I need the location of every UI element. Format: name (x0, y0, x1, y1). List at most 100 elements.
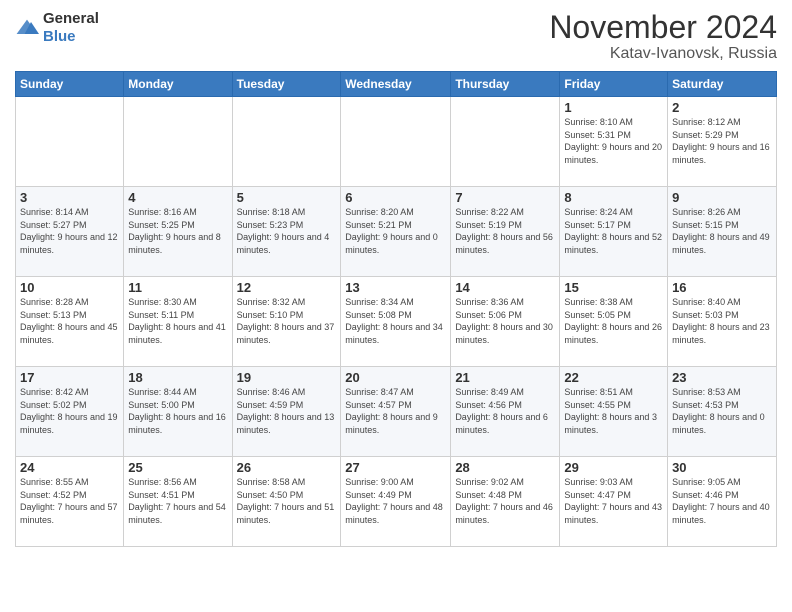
calendar-cell-w1-d6: 9Sunrise: 8:26 AM Sunset: 5:15 PM Daylig… (668, 187, 777, 277)
header-monday: Monday (124, 72, 232, 97)
logo: General Blue (15, 10, 99, 46)
calendar-cell-w0-d3 (341, 97, 451, 187)
calendar-cell-w4-d6: 30Sunrise: 9:05 AM Sunset: 4:46 PM Dayli… (668, 457, 777, 547)
day-info: Sunrise: 8:38 AM Sunset: 5:05 PM Dayligh… (564, 296, 663, 346)
calendar-cell-w0-d6: 2Sunrise: 8:12 AM Sunset: 5:29 PM Daylig… (668, 97, 777, 187)
month-title: November 2024 (549, 10, 777, 45)
day-info: Sunrise: 8:12 AM Sunset: 5:29 PM Dayligh… (672, 116, 772, 166)
day-info: Sunrise: 8:20 AM Sunset: 5:21 PM Dayligh… (345, 206, 446, 256)
day-number: 18 (128, 370, 227, 385)
calendar-cell-w0-d4 (451, 97, 560, 187)
day-info: Sunrise: 8:16 AM Sunset: 5:25 PM Dayligh… (128, 206, 227, 256)
day-number: 22 (564, 370, 663, 385)
calendar-cell-w1-d3: 6Sunrise: 8:20 AM Sunset: 5:21 PM Daylig… (341, 187, 451, 277)
day-number: 5 (237, 190, 337, 205)
day-number: 19 (237, 370, 337, 385)
day-number: 7 (455, 190, 555, 205)
day-info: Sunrise: 9:05 AM Sunset: 4:46 PM Dayligh… (672, 476, 772, 526)
calendar-cell-w4-d0: 24Sunrise: 8:55 AM Sunset: 4:52 PM Dayli… (16, 457, 124, 547)
calendar-cell-w3-d6: 23Sunrise: 8:53 AM Sunset: 4:53 PM Dayli… (668, 367, 777, 457)
day-info: Sunrise: 8:34 AM Sunset: 5:08 PM Dayligh… (345, 296, 446, 346)
day-number: 4 (128, 190, 227, 205)
calendar-cell-w2-d1: 11Sunrise: 8:30 AM Sunset: 5:11 PM Dayli… (124, 277, 232, 367)
day-info: Sunrise: 8:18 AM Sunset: 5:23 PM Dayligh… (237, 206, 337, 256)
day-number: 10 (20, 280, 119, 295)
day-info: Sunrise: 8:47 AM Sunset: 4:57 PM Dayligh… (345, 386, 446, 436)
day-number: 8 (564, 190, 663, 205)
day-number: 12 (237, 280, 337, 295)
week-row-4: 24Sunrise: 8:55 AM Sunset: 4:52 PM Dayli… (16, 457, 777, 547)
weekday-header-row: Sunday Monday Tuesday Wednesday Thursday… (16, 72, 777, 97)
day-info: Sunrise: 8:42 AM Sunset: 5:02 PM Dayligh… (20, 386, 119, 436)
day-info: Sunrise: 8:58 AM Sunset: 4:50 PM Dayligh… (237, 476, 337, 526)
calendar-cell-w2-d4: 14Sunrise: 8:36 AM Sunset: 5:06 PM Dayli… (451, 277, 560, 367)
week-row-1: 3Sunrise: 8:14 AM Sunset: 5:27 PM Daylig… (16, 187, 777, 277)
calendar-cell-w0-d5: 1Sunrise: 8:10 AM Sunset: 5:31 PM Daylig… (560, 97, 668, 187)
day-info: Sunrise: 8:10 AM Sunset: 5:31 PM Dayligh… (564, 116, 663, 166)
day-info: Sunrise: 8:49 AM Sunset: 4:56 PM Dayligh… (455, 386, 555, 436)
calendar-cell-w1-d1: 4Sunrise: 8:16 AM Sunset: 5:25 PM Daylig… (124, 187, 232, 277)
calendar-cell-w0-d1 (124, 97, 232, 187)
day-info: Sunrise: 8:36 AM Sunset: 5:06 PM Dayligh… (455, 296, 555, 346)
header-sunday: Sunday (16, 72, 124, 97)
calendar-cell-w1-d2: 5Sunrise: 8:18 AM Sunset: 5:23 PM Daylig… (232, 187, 341, 277)
day-info: Sunrise: 9:00 AM Sunset: 4:49 PM Dayligh… (345, 476, 446, 526)
calendar-cell-w4-d4: 28Sunrise: 9:02 AM Sunset: 4:48 PM Dayli… (451, 457, 560, 547)
logo-icon (15, 18, 39, 38)
calendar-cell-w2-d0: 10Sunrise: 8:28 AM Sunset: 5:13 PM Dayli… (16, 277, 124, 367)
day-number: 13 (345, 280, 446, 295)
day-info: Sunrise: 8:26 AM Sunset: 5:15 PM Dayligh… (672, 206, 772, 256)
day-info: Sunrise: 8:14 AM Sunset: 5:27 PM Dayligh… (20, 206, 119, 256)
day-number: 23 (672, 370, 772, 385)
day-number: 25 (128, 460, 227, 475)
calendar-cell-w1-d5: 8Sunrise: 8:24 AM Sunset: 5:17 PM Daylig… (560, 187, 668, 277)
calendar-cell-w0-d2 (232, 97, 341, 187)
calendar-cell-w3-d0: 17Sunrise: 8:42 AM Sunset: 5:02 PM Dayli… (16, 367, 124, 457)
week-row-0: 1Sunrise: 8:10 AM Sunset: 5:31 PM Daylig… (16, 97, 777, 187)
day-info: Sunrise: 8:30 AM Sunset: 5:11 PM Dayligh… (128, 296, 227, 346)
day-info: Sunrise: 8:22 AM Sunset: 5:19 PM Dayligh… (455, 206, 555, 256)
calendar-cell-w4-d3: 27Sunrise: 9:00 AM Sunset: 4:49 PM Dayli… (341, 457, 451, 547)
header-saturday: Saturday (668, 72, 777, 97)
header-thursday: Thursday (451, 72, 560, 97)
week-row-3: 17Sunrise: 8:42 AM Sunset: 5:02 PM Dayli… (16, 367, 777, 457)
calendar-cell-w3-d1: 18Sunrise: 8:44 AM Sunset: 5:00 PM Dayli… (124, 367, 232, 457)
calendar-cell-w1-d4: 7Sunrise: 8:22 AM Sunset: 5:19 PM Daylig… (451, 187, 560, 277)
logo-text: General Blue (43, 10, 99, 46)
day-number: 2 (672, 100, 772, 115)
day-number: 11 (128, 280, 227, 295)
day-number: 28 (455, 460, 555, 475)
day-number: 9 (672, 190, 772, 205)
calendar-cell-w3-d5: 22Sunrise: 8:51 AM Sunset: 4:55 PM Dayli… (560, 367, 668, 457)
day-number: 27 (345, 460, 446, 475)
day-info: Sunrise: 8:53 AM Sunset: 4:53 PM Dayligh… (672, 386, 772, 436)
day-number: 1 (564, 100, 663, 115)
day-number: 20 (345, 370, 446, 385)
calendar-cell-w3-d3: 20Sunrise: 8:47 AM Sunset: 4:57 PM Dayli… (341, 367, 451, 457)
header: General Blue November 2024 Katav-Ivanovs… (15, 10, 777, 63)
day-number: 21 (455, 370, 555, 385)
day-info: Sunrise: 8:56 AM Sunset: 4:51 PM Dayligh… (128, 476, 227, 526)
calendar-cell-w2-d5: 15Sunrise: 8:38 AM Sunset: 5:05 PM Dayli… (560, 277, 668, 367)
day-number: 30 (672, 460, 772, 475)
day-info: Sunrise: 8:55 AM Sunset: 4:52 PM Dayligh… (20, 476, 119, 526)
day-info: Sunrise: 8:40 AM Sunset: 5:03 PM Dayligh… (672, 296, 772, 346)
location-title: Katav-Ivanovsk, Russia (549, 45, 777, 63)
day-number: 15 (564, 280, 663, 295)
calendar-cell-w4-d2: 26Sunrise: 8:58 AM Sunset: 4:50 PM Dayli… (232, 457, 341, 547)
calendar-cell-w4-d5: 29Sunrise: 9:03 AM Sunset: 4:47 PM Dayli… (560, 457, 668, 547)
calendar-cell-w2-d6: 16Sunrise: 8:40 AM Sunset: 5:03 PM Dayli… (668, 277, 777, 367)
header-friday: Friday (560, 72, 668, 97)
day-info: Sunrise: 8:46 AM Sunset: 4:59 PM Dayligh… (237, 386, 337, 436)
calendar-cell-w3-d4: 21Sunrise: 8:49 AM Sunset: 4:56 PM Dayli… (451, 367, 560, 457)
title-area: November 2024 Katav-Ivanovsk, Russia (549, 10, 777, 63)
week-row-2: 10Sunrise: 8:28 AM Sunset: 5:13 PM Dayli… (16, 277, 777, 367)
day-info: Sunrise: 8:32 AM Sunset: 5:10 PM Dayligh… (237, 296, 337, 346)
day-number: 17 (20, 370, 119, 385)
calendar-cell-w2-d2: 12Sunrise: 8:32 AM Sunset: 5:10 PM Dayli… (232, 277, 341, 367)
calendar-cell-w3-d2: 19Sunrise: 8:46 AM Sunset: 4:59 PM Dayli… (232, 367, 341, 457)
page-container: General Blue November 2024 Katav-Ivanovs… (0, 0, 792, 557)
day-number: 16 (672, 280, 772, 295)
calendar: Sunday Monday Tuesday Wednesday Thursday… (15, 71, 777, 547)
day-info: Sunrise: 9:02 AM Sunset: 4:48 PM Dayligh… (455, 476, 555, 526)
